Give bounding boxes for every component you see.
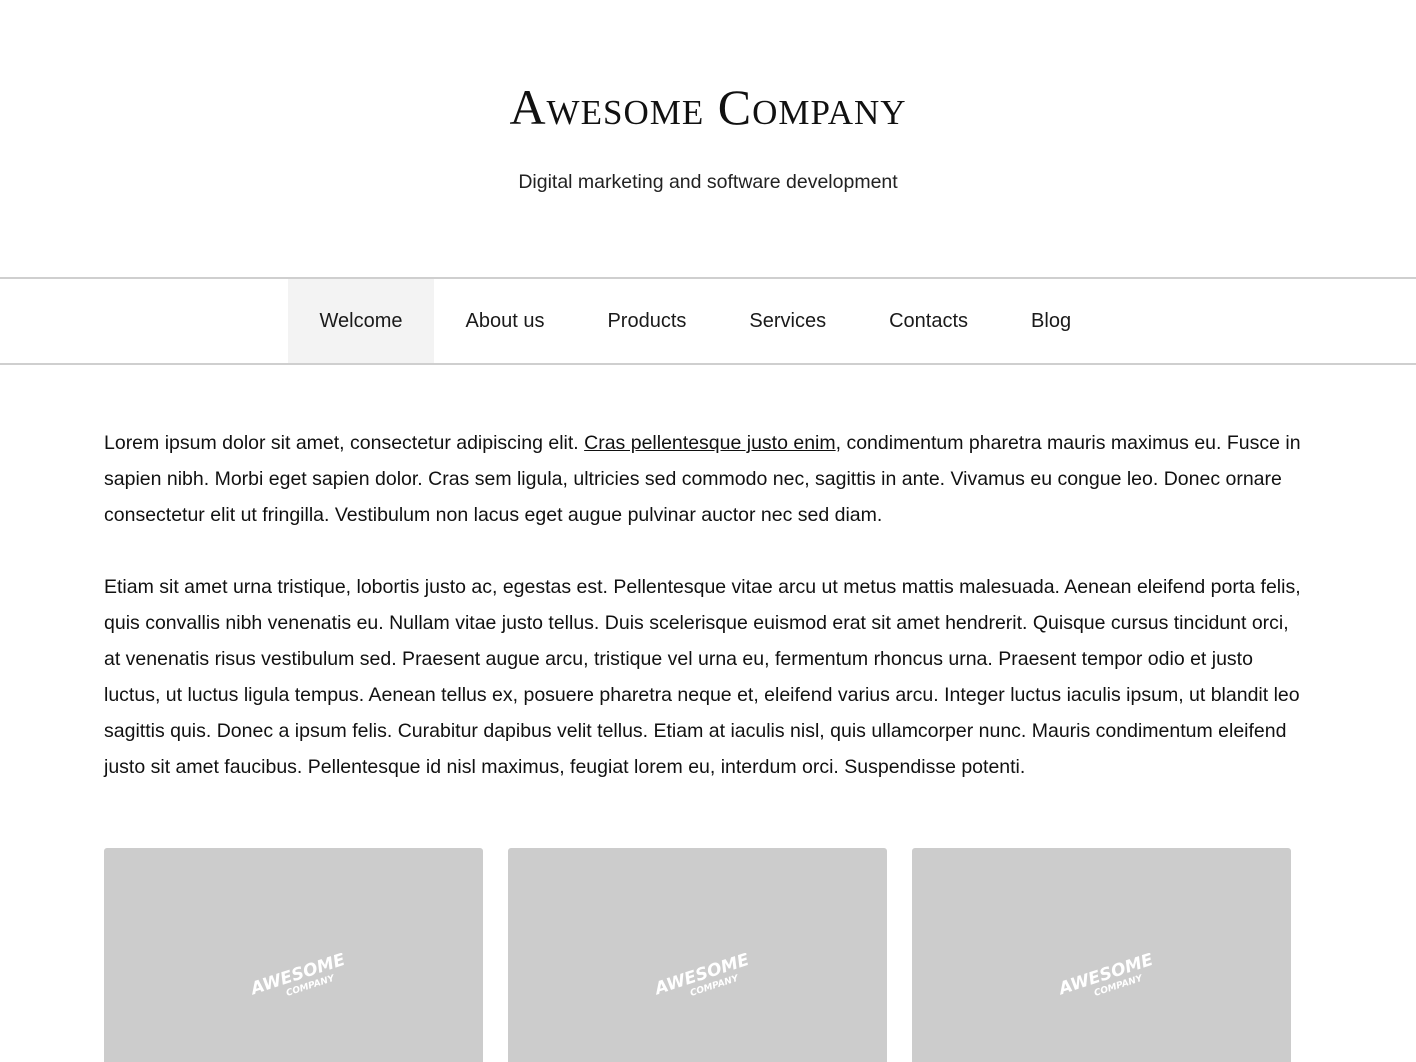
nav-item-services[interactable]: Services: [718, 279, 858, 363]
site-header: Awesome Company Digital marketing and so…: [0, 0, 1416, 277]
nav-item-welcome[interactable]: Welcome: [288, 279, 434, 363]
nav-item-contacts[interactable]: Contacts: [858, 279, 1000, 363]
intro-paragraph: Lorem ipsum dolor sit amet, consectetur …: [104, 425, 1304, 533]
main-nav: Welcome About us Products Services Conta…: [0, 277, 1416, 365]
image-cards: AWESOME COMPANY AWESOME COMPANY AWESOME …: [104, 848, 1291, 1062]
image-card-2[interactable]: AWESOME COMPANY: [508, 848, 887, 1062]
nav-item-about-us[interactable]: About us: [434, 279, 576, 363]
site-title: Awesome Company: [509, 79, 907, 135]
site-tagline: Digital marketing and software developme…: [518, 171, 898, 193]
body-paragraph: Etiam sit amet urna tristique, lobortis …: [104, 576, 1301, 778]
image-card-1[interactable]: AWESOME COMPANY: [104, 848, 483, 1062]
nav-list: Welcome About us Products Services Conta…: [288, 279, 1103, 363]
main-content: Lorem ipsum dolor sit amet, consectetur …: [104, 425, 1304, 785]
company-logo-icon: AWESOME COMPANY: [650, 953, 747, 1000]
nav-item-blog[interactable]: Blog: [1000, 279, 1103, 363]
company-logo-icon: AWESOME COMPANY: [1054, 953, 1151, 1000]
image-card-3[interactable]: AWESOME COMPANY: [912, 848, 1291, 1062]
company-logo-icon: AWESOME COMPANY: [246, 953, 343, 1000]
nav-item-products[interactable]: Products: [576, 279, 718, 363]
intro-link[interactable]: Cras pellentesque justo enim: [584, 432, 835, 454]
intro-text-start: Lorem ipsum dolor sit amet, consectetur …: [104, 432, 585, 454]
